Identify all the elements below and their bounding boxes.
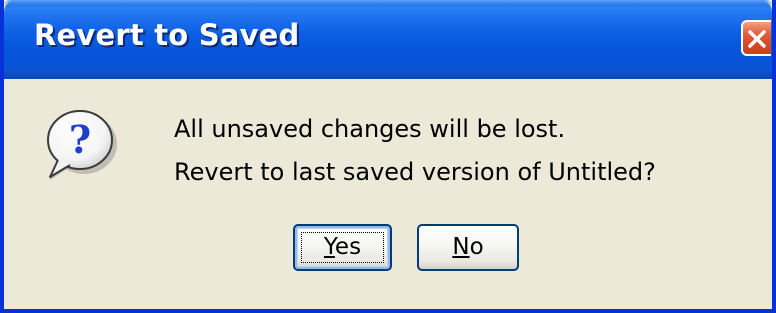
dialog-window: Revert to Saved ? All unsaved changes wi… xyxy=(0,0,776,313)
no-mnemonic: N xyxy=(452,234,470,260)
title-bar[interactable]: Revert to Saved xyxy=(4,0,772,79)
no-label-rest: o xyxy=(469,234,484,260)
svg-text:?: ? xyxy=(69,117,91,162)
close-icon xyxy=(748,30,766,48)
message-line-2: Revert to last saved version of Untitled… xyxy=(174,158,656,186)
yes-button[interactable]: Yes xyxy=(293,224,392,271)
close-button[interactable] xyxy=(741,20,771,56)
message-line-1: All unsaved changes will be lost. xyxy=(174,115,566,143)
question-icon: ? xyxy=(47,110,117,180)
no-button[interactable]: No xyxy=(417,224,519,271)
window-title: Revert to Saved xyxy=(34,18,300,52)
yes-mnemonic: Y xyxy=(323,234,335,260)
yes-label-rest: es xyxy=(334,234,362,260)
